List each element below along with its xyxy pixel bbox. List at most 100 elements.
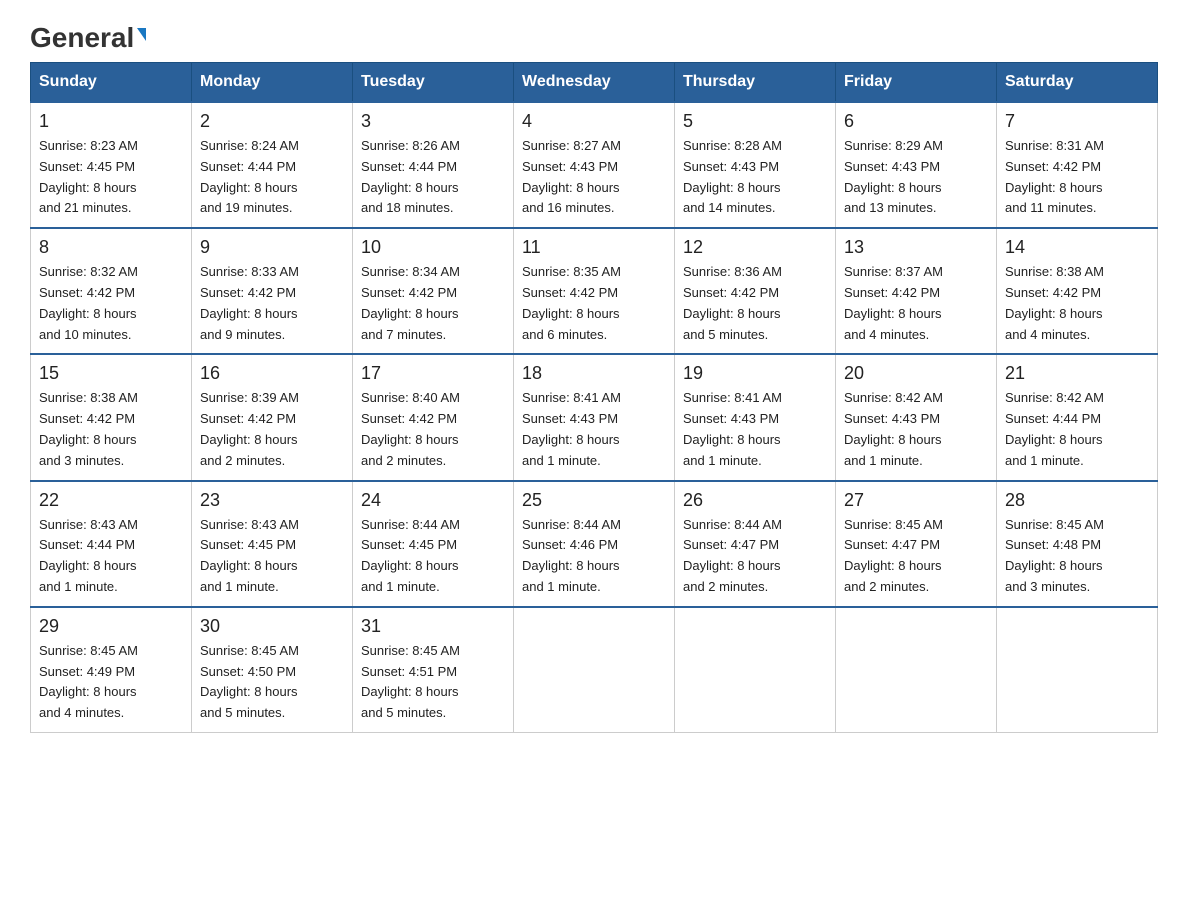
day-number: 23: [200, 490, 344, 511]
header-tuesday: Tuesday: [353, 63, 514, 103]
calendar-cell: [675, 607, 836, 733]
day-info: Sunrise: 8:40 AMSunset: 4:42 PMDaylight:…: [361, 388, 505, 471]
day-info: Sunrise: 8:45 AMSunset: 4:48 PMDaylight:…: [1005, 515, 1149, 598]
day-info: Sunrise: 8:32 AMSunset: 4:42 PMDaylight:…: [39, 262, 183, 345]
calendar-cell: 5 Sunrise: 8:28 AMSunset: 4:43 PMDaylight…: [675, 102, 836, 228]
calendar-week-5: 29Sunrise: 8:45 AMSunset: 4:49 PMDayligh…: [31, 607, 1158, 733]
day-number: 26: [683, 490, 827, 511]
day-number: 13: [844, 237, 988, 258]
calendar-header-row: SundayMondayTuesdayWednesdayThursdayFrid…: [31, 63, 1158, 103]
day-number: 19: [683, 363, 827, 384]
day-number: 16: [200, 363, 344, 384]
calendar-cell: 27Sunrise: 8:45 AMSunset: 4:47 PMDayligh…: [836, 481, 997, 607]
day-number: 14: [1005, 237, 1149, 258]
day-info: Sunrise: 8:45 AMSunset: 4:51 PMDaylight:…: [361, 641, 505, 724]
day-info: Sunrise: 8:42 AMSunset: 4:44 PMDaylight:…: [1005, 388, 1149, 471]
day-info: Sunrise: 8:38 AMSunset: 4:42 PMDaylight:…: [1005, 262, 1149, 345]
calendar-cell: 26 Sunrise: 8:44 AMSunset: 4:47 PMDayligh…: [675, 481, 836, 607]
day-info: Sunrise: 8:31 AMSunset: 4:42 PMDaylight:…: [1005, 136, 1149, 219]
day-number: 12: [683, 237, 827, 258]
calendar-week-1: 1 Sunrise: 8:23 AMSunset: 4:45 PMDaylight…: [31, 102, 1158, 228]
calendar-cell: [514, 607, 675, 733]
header-wednesday: Wednesday: [514, 63, 675, 103]
calendar-cell: [997, 607, 1158, 733]
header-saturday: Saturday: [997, 63, 1158, 103]
day-number: 5: [683, 111, 827, 132]
calendar-week-3: 15 Sunrise: 8:38 AMSunset: 4:42 PMDayligh…: [31, 354, 1158, 480]
day-info: Sunrise: 8:34 AMSunset: 4:42 PMDaylight:…: [361, 262, 505, 345]
day-info: Sunrise: 8:28 AMSunset: 4:43 PMDaylight:…: [683, 136, 827, 219]
calendar-cell: 4 Sunrise: 8:27 AMSunset: 4:43 PMDaylight…: [514, 102, 675, 228]
calendar-table: SundayMondayTuesdayWednesdayThursdayFrid…: [30, 62, 1158, 733]
calendar-cell: 10 Sunrise: 8:34 AMSunset: 4:42 PMDayligh…: [353, 228, 514, 354]
calendar-cell: 29Sunrise: 8:45 AMSunset: 4:49 PMDayligh…: [31, 607, 192, 733]
day-info: Sunrise: 8:43 AMSunset: 4:44 PMDaylight:…: [39, 515, 183, 598]
day-info: Sunrise: 8:37 AMSunset: 4:42 PMDaylight:…: [844, 262, 988, 345]
day-info: Sunrise: 8:41 AMSunset: 4:43 PMDaylight:…: [683, 388, 827, 471]
calendar-cell: 7 Sunrise: 8:31 AMSunset: 4:42 PMDaylight…: [997, 102, 1158, 228]
logo-text: General: [30, 24, 146, 52]
calendar-cell: 19 Sunrise: 8:41 AMSunset: 4:43 PMDayligh…: [675, 354, 836, 480]
day-info: Sunrise: 8:44 AMSunset: 4:46 PMDaylight:…: [522, 515, 666, 598]
day-info: Sunrise: 8:27 AMSunset: 4:43 PMDaylight:…: [522, 136, 666, 219]
calendar-cell: 6Sunrise: 8:29 AMSunset: 4:43 PMDaylight…: [836, 102, 997, 228]
day-number: 2: [200, 111, 344, 132]
calendar-cell: 21 Sunrise: 8:42 AMSunset: 4:44 PMDayligh…: [997, 354, 1158, 480]
day-number: 22: [39, 490, 183, 511]
day-number: 4: [522, 111, 666, 132]
day-info: Sunrise: 8:23 AMSunset: 4:45 PMDaylight:…: [39, 136, 183, 219]
day-number: 11: [522, 237, 666, 258]
calendar-cell: 15 Sunrise: 8:38 AMSunset: 4:42 PMDayligh…: [31, 354, 192, 480]
calendar-cell: 17 Sunrise: 8:40 AMSunset: 4:42 PMDayligh…: [353, 354, 514, 480]
day-number: 17: [361, 363, 505, 384]
day-number: 28: [1005, 490, 1149, 511]
logo: General: [30, 24, 146, 50]
day-info: Sunrise: 8:43 AMSunset: 4:45 PMDaylight:…: [200, 515, 344, 598]
day-info: Sunrise: 8:45 AMSunset: 4:49 PMDaylight:…: [39, 641, 183, 724]
day-info: Sunrise: 8:39 AMSunset: 4:42 PMDaylight:…: [200, 388, 344, 471]
calendar-cell: [836, 607, 997, 733]
calendar-cell: 23 Sunrise: 8:43 AMSunset: 4:45 PMDayligh…: [192, 481, 353, 607]
day-info: Sunrise: 8:45 AMSunset: 4:50 PMDaylight:…: [200, 641, 344, 724]
calendar-week-2: 8 Sunrise: 8:32 AMSunset: 4:42 PMDaylight…: [31, 228, 1158, 354]
calendar-cell: 18 Sunrise: 8:41 AMSunset: 4:43 PMDayligh…: [514, 354, 675, 480]
day-number: 31: [361, 616, 505, 637]
day-number: 3: [361, 111, 505, 132]
calendar-cell: 20 Sunrise: 8:42 AMSunset: 4:43 PMDayligh…: [836, 354, 997, 480]
day-info: Sunrise: 8:44 AMSunset: 4:47 PMDaylight:…: [683, 515, 827, 598]
day-number: 27: [844, 490, 988, 511]
header-monday: Monday: [192, 63, 353, 103]
day-number: 21: [1005, 363, 1149, 384]
calendar-cell: 22 Sunrise: 8:43 AMSunset: 4:44 PMDayligh…: [31, 481, 192, 607]
calendar-week-4: 22 Sunrise: 8:43 AMSunset: 4:44 PMDayligh…: [31, 481, 1158, 607]
day-info: Sunrise: 8:33 AMSunset: 4:42 PMDaylight:…: [200, 262, 344, 345]
day-number: 30: [200, 616, 344, 637]
calendar-cell: 9Sunrise: 8:33 AMSunset: 4:42 PMDaylight…: [192, 228, 353, 354]
day-number: 10: [361, 237, 505, 258]
calendar-cell: 13 Sunrise: 8:37 AMSunset: 4:42 PMDayligh…: [836, 228, 997, 354]
day-info: Sunrise: 8:24 AMSunset: 4:44 PMDaylight:…: [200, 136, 344, 219]
day-info: Sunrise: 8:38 AMSunset: 4:42 PMDaylight:…: [39, 388, 183, 471]
day-info: Sunrise: 8:42 AMSunset: 4:43 PMDaylight:…: [844, 388, 988, 471]
day-info: Sunrise: 8:26 AMSunset: 4:44 PMDaylight:…: [361, 136, 505, 219]
calendar-cell: 28 Sunrise: 8:45 AMSunset: 4:48 PMDayligh…: [997, 481, 1158, 607]
calendar-cell: 2 Sunrise: 8:24 AMSunset: 4:44 PMDaylight…: [192, 102, 353, 228]
calendar-cell: 12 Sunrise: 8:36 AMSunset: 4:42 PMDayligh…: [675, 228, 836, 354]
calendar-cell: 25Sunrise: 8:44 AMSunset: 4:46 PMDayligh…: [514, 481, 675, 607]
day-info: Sunrise: 8:36 AMSunset: 4:42 PMDaylight:…: [683, 262, 827, 345]
day-number: 20: [844, 363, 988, 384]
day-info: Sunrise: 8:29 AMSunset: 4:43 PMDaylight:…: [844, 136, 988, 219]
day-number: 15: [39, 363, 183, 384]
page-header: General: [30, 24, 1158, 50]
header-sunday: Sunday: [31, 63, 192, 103]
day-info: Sunrise: 8:35 AMSunset: 4:42 PMDaylight:…: [522, 262, 666, 345]
day-number: 1: [39, 111, 183, 132]
calendar-cell: 30 Sunrise: 8:45 AMSunset: 4:50 PMDayligh…: [192, 607, 353, 733]
day-info: Sunrise: 8:41 AMSunset: 4:43 PMDaylight:…: [522, 388, 666, 471]
day-number: 8: [39, 237, 183, 258]
calendar-cell: 11 Sunrise: 8:35 AMSunset: 4:42 PMDayligh…: [514, 228, 675, 354]
day-number: 18: [522, 363, 666, 384]
header-thursday: Thursday: [675, 63, 836, 103]
day-info: Sunrise: 8:44 AMSunset: 4:45 PMDaylight:…: [361, 515, 505, 598]
day-number: 7: [1005, 111, 1149, 132]
